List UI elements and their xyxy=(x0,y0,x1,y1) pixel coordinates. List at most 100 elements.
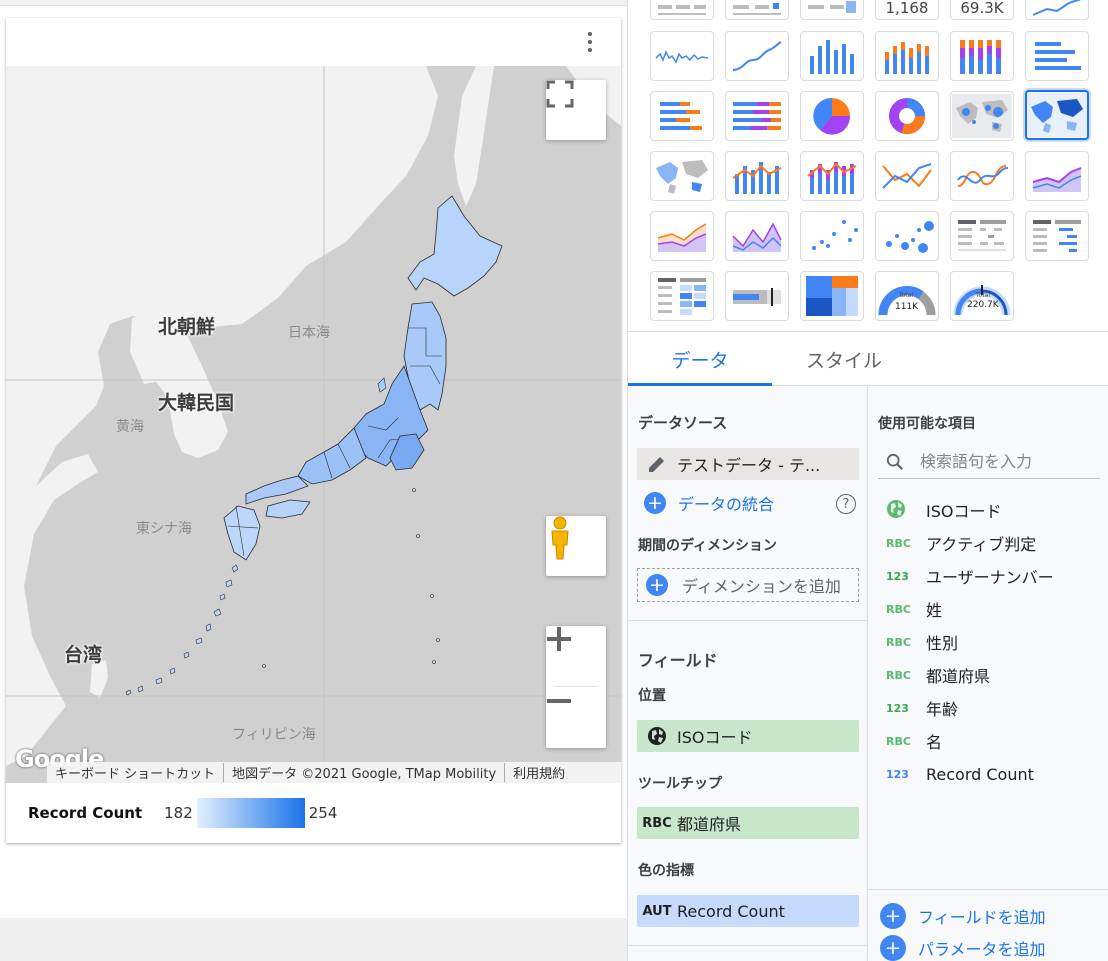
chart-tile-line[interactable] xyxy=(875,151,939,201)
blend-data-link[interactable]: + データの統合 xyxy=(644,491,774,515)
tooltip-title: ツールチップ xyxy=(638,776,722,792)
text-type-icon: RBC xyxy=(886,734,911,748)
chart-tile-stacked-bar[interactable] xyxy=(650,91,714,141)
data-source-chip[interactable]: テストデータ - テ... xyxy=(637,448,859,480)
map-label-taiwan: 台湾 xyxy=(64,644,103,666)
color-metric-label: Record Count xyxy=(677,901,785,921)
field-search-input[interactable] xyxy=(920,452,1100,471)
chart-tile-scorecard[interactable]: 1,168 xyxy=(875,0,939,20)
street-view-pegman-button[interactable] xyxy=(546,516,606,576)
zoom-out-button[interactable] xyxy=(546,688,606,748)
area-chart-icon xyxy=(1032,167,1082,192)
chart-tile-smoothed-multi-line[interactable] xyxy=(950,151,1014,201)
field-item-label: アクティブ判定 xyxy=(926,535,1037,554)
keyboard-shortcuts-link[interactable]: キーボード ショートカット xyxy=(47,763,225,782)
section-divider xyxy=(868,889,1108,890)
location-field-label: ISOコード xyxy=(677,728,753,747)
chart-tile-table[interactable] xyxy=(650,0,714,20)
data-source-name: テストデータ - テ... xyxy=(677,456,821,475)
chart-tile-pivot-table[interactable] xyxy=(950,211,1014,261)
table-heatmap-icon xyxy=(808,1,856,13)
smoothed-line-icon xyxy=(732,41,782,71)
chart-tile-combo[interactable] xyxy=(725,151,789,201)
field-item-label: ユーザーナンバー xyxy=(926,568,1054,587)
chart-tile-column[interactable] xyxy=(800,31,864,81)
field-item[interactable]: 123 Record Count xyxy=(878,759,1100,789)
pivot-table-bars-icon xyxy=(1033,220,1081,252)
field-item[interactable]: RBC 姓 xyxy=(878,594,1100,624)
fullscreen-button[interactable] xyxy=(546,80,606,140)
chart-tile-donut[interactable] xyxy=(875,91,939,141)
add-date-dimension-button[interactable]: + ディメンションを追加 xyxy=(637,568,859,602)
chart-tile-sparkline[interactable] xyxy=(650,31,714,81)
chart-tile-gauge[interactable]: Total 111K xyxy=(875,271,939,321)
table-bars-icon xyxy=(733,3,781,15)
help-icon[interactable]: ? xyxy=(836,494,856,514)
chart-tile-table-heatmap[interactable] xyxy=(800,0,864,20)
color-metric-chip[interactable]: AUT Record Count xyxy=(637,895,859,927)
bubble-map-icon xyxy=(952,94,1012,138)
chart-tile-gauge-ranges[interactable]: Total 220.7K xyxy=(950,271,1014,321)
available-fields-title: 使用可能な項目 xyxy=(878,416,976,432)
scorecard-number: 1,168 xyxy=(885,0,929,17)
stacked-bar-icon xyxy=(660,102,702,130)
chart-tile-100-stacked-column[interactable] xyxy=(950,31,1014,81)
filled-map-chart[interactable]: 北朝鮮 大韓民国 日本海 黄海 東シナ海 台湾 フィリピン海 Google キー… xyxy=(6,18,621,843)
map-label-sea-of-japan: 日本海 xyxy=(288,325,330,341)
chart-tile-pie[interactable] xyxy=(800,91,864,141)
chart-tile-bubble[interactable] xyxy=(875,211,939,261)
sparkline-icon xyxy=(655,50,709,64)
field-item[interactable]: 123 ユーザーナンバー xyxy=(878,561,1100,591)
chart-tile-bullet[interactable] xyxy=(725,271,789,321)
tooltip-field-chip[interactable]: RBC 都道府県 xyxy=(637,807,859,839)
field-item[interactable]: 123 年齢 xyxy=(878,693,1100,723)
chart-tile-bar[interactable] xyxy=(1025,31,1089,81)
section-divider xyxy=(628,945,868,946)
field-item[interactable]: ISOコード xyxy=(878,495,1100,525)
chart-tile-pivot-heatmap[interactable] xyxy=(650,271,714,321)
add-field-link[interactable]: + フィールドを追加 xyxy=(880,903,1046,929)
zoom-in-button[interactable] xyxy=(546,626,606,686)
chart-tile-table-bars[interactable] xyxy=(725,0,789,20)
chart-tile-smoothed-line[interactable] xyxy=(725,31,789,81)
chart-tile-geo-chart[interactable] xyxy=(650,151,714,201)
add-parameter-link[interactable]: + パラメータを追加 xyxy=(880,935,1046,961)
chart-tile-stacked-column[interactable] xyxy=(875,31,939,81)
chart-tile-bubble-map[interactable] xyxy=(950,91,1014,141)
map-label-yellow-sea: 黄海 xyxy=(116,419,144,435)
number-type-icon: 123 xyxy=(886,767,909,781)
tab-data[interactable]: データ xyxy=(628,332,772,386)
field-item[interactable]: RBC 都道府県 xyxy=(878,660,1100,690)
chart-tile-area[interactable] xyxy=(1025,151,1089,201)
timeseries-icon xyxy=(1032,0,1082,16)
scorecard-compact-number: 69.3K xyxy=(960,0,1004,17)
terms-link[interactable]: 利用規約 xyxy=(505,763,573,782)
pencil-icon xyxy=(637,454,677,474)
chart-tile-100-stacked-area[interactable] xyxy=(725,211,789,261)
chart-tile-pivot-table-bars[interactable] xyxy=(1025,211,1089,261)
chart-tile-filled-map[interactable] xyxy=(1025,90,1089,140)
location-field-chip[interactable]: ISOコード xyxy=(637,720,859,752)
chart-tile-scorecard-compact[interactable]: 69.3K xyxy=(950,0,1014,20)
field-item[interactable]: RBC アクティブ判定 xyxy=(878,528,1100,558)
legend-gradient-bar xyxy=(196,798,305,828)
field-item[interactable]: RBC 名 xyxy=(878,726,1100,756)
chart-tile-100-stacked-bar[interactable] xyxy=(725,91,789,141)
report-canvas: 北朝鮮 大韓民国 日本海 黄海 東シナ海 台湾 フィリピン海 Google キー… xyxy=(0,0,627,961)
geo-chart-icon xyxy=(656,160,708,194)
percent-stacked-area-icon xyxy=(732,222,782,252)
chart-tile-stacked-area[interactable] xyxy=(650,211,714,261)
chart-tile-scatter[interactable] xyxy=(800,211,864,261)
tab-style[interactable]: スタイル xyxy=(772,332,916,386)
chart-tile-timeseries[interactable] xyxy=(1025,0,1089,20)
available-fields-column: 使用可能な項目 ISOコードRBCアクティブ判定123ユーザーナンバーRBC姓R… xyxy=(868,387,1108,961)
chart-tile-treemap[interactable] xyxy=(800,271,864,321)
legend-min: 182 xyxy=(164,804,193,822)
donut-chart-icon xyxy=(889,98,926,135)
map-label-north-korea: 北朝鮮 xyxy=(158,316,216,338)
chart-menu-icon[interactable] xyxy=(583,30,597,54)
field-item[interactable]: RBC 性別 xyxy=(878,627,1100,657)
zoom-divider xyxy=(554,686,598,687)
map-viewport[interactable]: 北朝鮮 大韓民国 日本海 黄海 東シナ海 台湾 フィリピン海 Google キー… xyxy=(6,66,621,783)
chart-tile-stacked-combo[interactable] xyxy=(800,151,864,201)
